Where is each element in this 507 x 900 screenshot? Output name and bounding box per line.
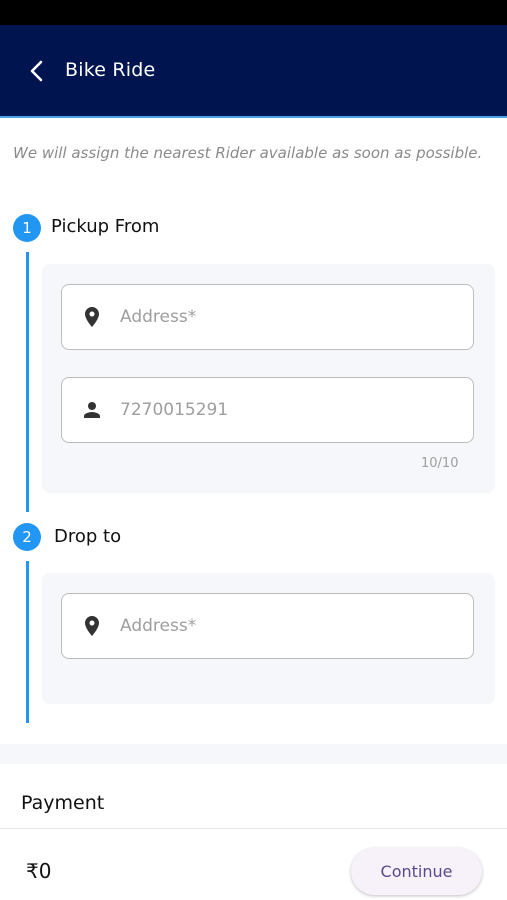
step-1-badge: 1 [13,214,41,242]
app-bar: Bike Ride [0,25,507,118]
drop-address-field[interactable] [61,593,474,659]
section-divider [0,744,507,764]
pickup-address-input[interactable] [120,285,460,349]
location-pin-icon [85,616,99,636]
drop-step-line [26,561,29,723]
person-icon [84,402,100,418]
continue-button[interactable]: Continue [351,848,482,895]
info-text: We will assign the nearest Rider availab… [13,144,483,162]
back-button[interactable] [22,56,52,86]
location-pin-icon [85,307,99,327]
step-2-badge: 2 [13,523,41,551]
drop-address-input[interactable] [120,594,460,658]
page-title: Bike Ride [65,59,156,81]
payment-title: Payment [21,792,105,814]
chevron-left-icon [30,60,43,82]
pickup-title: Pickup From [51,216,160,237]
pickup-phone-input[interactable] [120,378,460,442]
drop-title: Drop to [54,526,122,547]
total-amount: ₹0 [26,859,52,883]
phone-char-counter: 10/10 [421,456,459,471]
pickup-address-field[interactable] [61,284,474,350]
status-bar [0,0,507,25]
bottom-bar: ₹0 Continue [0,828,507,900]
pickup-step-line [26,252,29,512]
pickup-phone-field[interactable] [61,377,474,443]
